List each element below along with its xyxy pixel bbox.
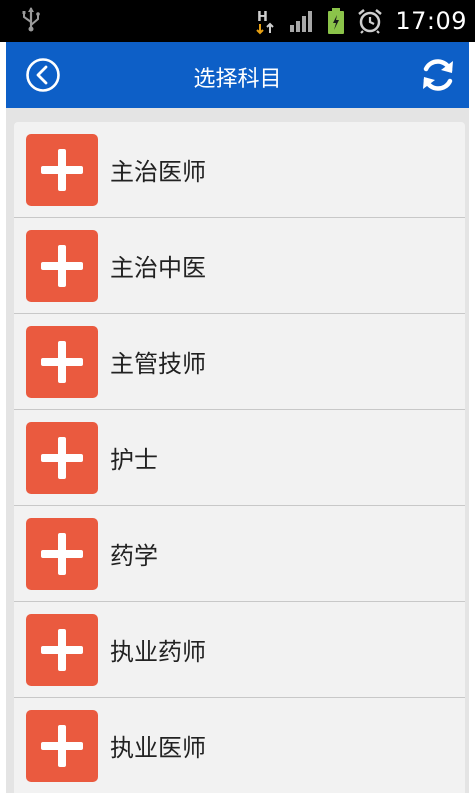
list-item-label: 主治医师 <box>110 158 206 186</box>
phone-screen: H 17:09 选择科目 主治医师 主治中医 主管技师 护士 药学 执业药师 执… <box>0 0 475 793</box>
list-item-label: 主管技师 <box>110 350 206 378</box>
list-item[interactable]: 护士 <box>14 410 465 506</box>
alarm-icon <box>358 9 383 34</box>
subject-list: 主治医师 主治中医 主管技师 护士 药学 执业药师 执业医师 <box>14 122 465 793</box>
page-title: 选择科目 <box>193 67 282 92</box>
list-item[interactable]: 主治中医 <box>14 218 465 314</box>
refresh-icon[interactable] <box>417 54 459 96</box>
plus-icon <box>26 325 98 398</box>
list-item[interactable]: 执业药师 <box>14 602 465 698</box>
list-item[interactable]: 主治医师 <box>14 122 465 218</box>
status-bar: H 17:09 <box>0 0 475 42</box>
list-item-label: 执业药师 <box>110 638 206 666</box>
plus-icon <box>26 613 98 686</box>
list-item-label: 药学 <box>110 542 158 570</box>
list-item-label: 护士 <box>110 446 158 474</box>
list-item-label: 执业医师 <box>110 734 206 762</box>
list-item[interactable]: 执业医师 <box>14 698 465 793</box>
status-icons: H 17:09 <box>243 6 467 36</box>
list-item[interactable]: 药学 <box>14 506 465 602</box>
list-item[interactable]: 主管技师 <box>14 314 465 410</box>
plus-icon <box>26 133 98 206</box>
clock: 17:09 <box>395 7 467 35</box>
usb-icon <box>22 7 40 32</box>
battery-icon <box>328 8 345 34</box>
plus-icon <box>26 517 98 590</box>
signal-icon <box>290 11 313 32</box>
app-bar: 选择科目 <box>6 42 469 108</box>
network-h-icon: H <box>256 10 275 35</box>
network-type-label: H <box>257 10 268 25</box>
content-area: 主治医师 主治中医 主管技师 护士 药学 执业药师 执业医师 <box>6 108 469 793</box>
list-item-label: 主治中医 <box>110 254 206 282</box>
plus-icon <box>26 229 98 302</box>
plus-icon <box>26 421 98 494</box>
plus-icon <box>26 709 98 782</box>
